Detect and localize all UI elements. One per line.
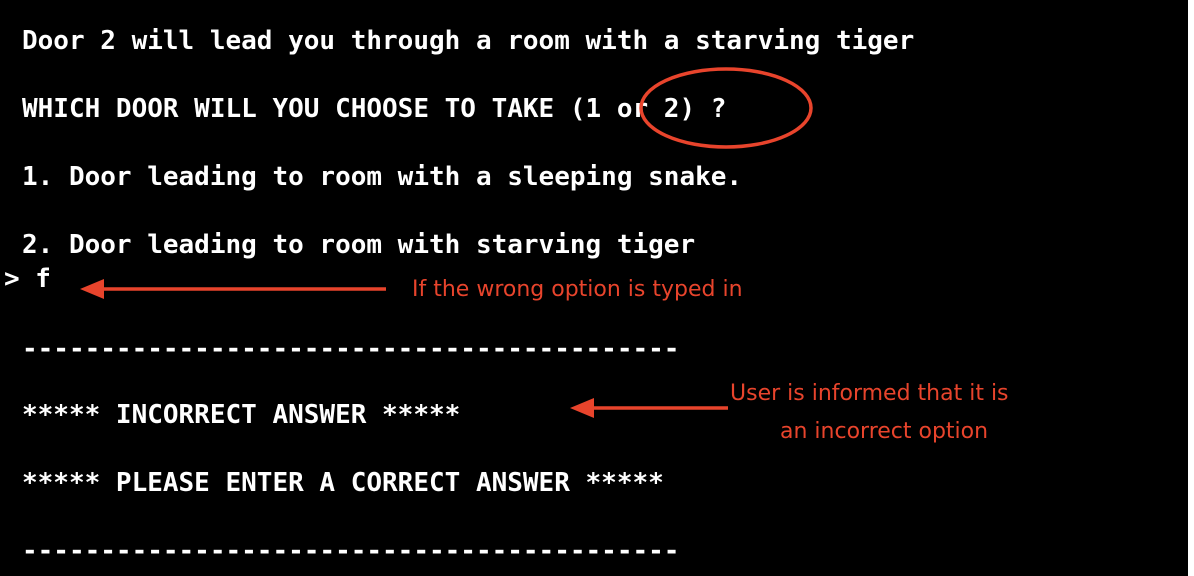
annotation-informed-text-line2: an incorrect option (780, 419, 989, 444)
terminal-line-door-2-description: Door 2 will lead you through a room with… (22, 26, 915, 56)
annotation-wrong-option-text: If the wrong option is typed in (412, 277, 743, 302)
terminal-window: Door 2 will lead you through a room with… (0, 0, 1188, 576)
terminal-line-option-2: 2. Door leading to room with starving ti… (22, 230, 696, 260)
terminal-line-door-question: WHICH DOOR WILL YOU CHOOSE TO TAKE (1 or… (22, 94, 727, 124)
terminal-separator-bottom: ----------------------------------------… (22, 536, 680, 566)
terminal-line-enter-correct-answer: ***** PLEASE ENTER A CORRECT ANSWER ****… (22, 468, 664, 498)
arrow-incorrect-option-icon (570, 398, 728, 418)
terminal-input-prompt[interactable]: > f (4, 264, 51, 294)
arrow-wrong-option-icon (80, 279, 386, 299)
terminal-separator-top: ----------------------------------------… (22, 334, 680, 364)
annotation-informed-text-line1: User is informed that it is (730, 381, 1009, 406)
terminal-line-incorrect-answer: ***** INCORRECT ANSWER ***** (22, 400, 461, 430)
terminal-line-option-1: 1. Door leading to room with a sleeping … (22, 162, 743, 192)
